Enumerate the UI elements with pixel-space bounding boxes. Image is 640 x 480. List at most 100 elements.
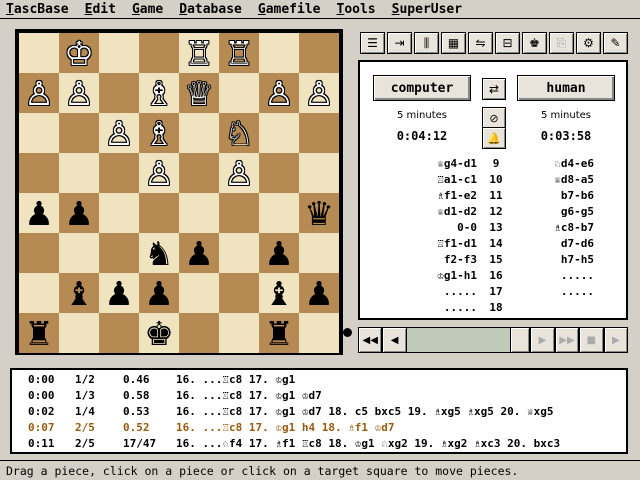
square-f7[interactable]: [219, 73, 259, 113]
square-e1[interactable]: [179, 313, 219, 353]
white-piece[interactable]: ♗: [144, 117, 174, 150]
square-d3[interactable]: ♞: [139, 233, 179, 273]
white-player-button[interactable]: computer: [373, 75, 471, 101]
black-piece[interactable]: ♝: [64, 277, 94, 310]
square-e7[interactable]: ♕: [179, 73, 219, 113]
analysis-line[interactable]: 0:00 1/2 0.46 16. ...♖c8 17. ♔g1: [12, 373, 626, 389]
black-move[interactable]: d7-d6: [510, 237, 594, 250]
black-player-button[interactable]: human: [517, 75, 615, 101]
menu-item[interactable]: Edit: [79, 2, 126, 17]
last-move-icon[interactable]: ▶▶: [554, 327, 580, 353]
black-piece[interactable]: ♟: [24, 197, 54, 230]
square-g4[interactable]: [259, 193, 299, 233]
square-c8[interactable]: [99, 33, 139, 73]
square-g2[interactable]: ♝: [259, 273, 299, 313]
square-c6[interactable]: ♙: [99, 113, 139, 153]
square-e3[interactable]: ♟: [179, 233, 219, 273]
white-piece[interactable]: ♙: [64, 77, 94, 110]
black-piece[interactable]: ♟: [104, 277, 134, 310]
square-d4[interactable]: [139, 193, 179, 233]
white-piece[interactable]: ♘: [224, 117, 254, 150]
white-piece[interactable]: ♙: [224, 157, 254, 190]
black-piece[interactable]: ♟: [184, 237, 214, 270]
white-move[interactable]: 0-0: [360, 221, 477, 234]
square-c7[interactable]: [99, 73, 139, 113]
white-piece[interactable]: ♖: [184, 37, 214, 70]
white-move[interactable]: ♔g1-h1: [360, 269, 477, 282]
square-f4[interactable]: [219, 193, 259, 233]
square-a8[interactable]: [19, 33, 59, 73]
square-c4[interactable]: [99, 193, 139, 233]
black-move[interactable]: g6-g5: [510, 205, 594, 218]
black-move[interactable]: ♕d8-a5: [510, 173, 594, 186]
white-move[interactable]: ♖f1-d1: [360, 237, 477, 250]
square-a1[interactable]: ♜: [19, 313, 59, 353]
white-piece[interactable]: ♖: [224, 37, 254, 70]
move-slider-thumb[interactable]: [509, 327, 531, 353]
white-move[interactable]: f2-f3: [360, 253, 477, 266]
square-e8[interactable]: ♖: [179, 33, 219, 73]
play-icon[interactable]: ▶: [603, 327, 628, 353]
analysis-line[interactable]: 0:02 1/4 0.53 16. ...♖c8 17. ♔g1 ♔d7 18. c5…: [12, 405, 626, 421]
square-c3[interactable]: [99, 233, 139, 273]
swap-players-icon[interactable]: ⇄: [482, 78, 506, 100]
white-move[interactable]: ♖a1-c1: [360, 173, 477, 186]
next-move-icon[interactable]: ▶: [530, 327, 555, 353]
square-e2[interactable]: [179, 273, 219, 313]
square-b6[interactable]: [59, 113, 99, 153]
square-g8[interactable]: [259, 33, 299, 73]
square-f5[interactable]: ♙: [219, 153, 259, 193]
analysis-line[interactable]: 0:11 2/5 17/47 16. ...♘f4 17. ♗f1 ♖c8 18. ♔…: [12, 437, 626, 453]
analysis-line[interactable]: 0:00 1/3 0.58 16. ...♖c8 17. ♔g1 ♔d7: [12, 389, 626, 405]
square-g3[interactable]: ♟: [259, 233, 299, 273]
black-piece[interactable]: ♟: [264, 237, 294, 270]
square-h1[interactable]: [299, 313, 339, 353]
square-a2[interactable]: [19, 273, 59, 313]
square-b4[interactable]: ♟: [59, 193, 99, 233]
white-piece[interactable]: ♙: [24, 77, 54, 110]
move-slider[interactable]: [406, 327, 510, 353]
square-e6[interactable]: [179, 113, 219, 153]
square-c1[interactable]: [99, 313, 139, 353]
square-b3[interactable]: [59, 233, 99, 273]
white-piece[interactable]: ♗: [144, 77, 174, 110]
stop-icon[interactable]: ■: [579, 327, 604, 353]
black-piece[interactable]: ♟: [64, 197, 94, 230]
columns-icon[interactable]: ⫼: [414, 32, 439, 54]
list-icon[interactable]: ☰: [360, 32, 385, 54]
menu-item[interactable]: SuperUser: [386, 2, 472, 17]
square-a3[interactable]: [19, 233, 59, 273]
square-a7[interactable]: ♙: [19, 73, 59, 113]
black-piece[interactable]: ♝: [264, 277, 294, 310]
black-move[interactable]: b7-b6: [510, 189, 594, 202]
black-piece[interactable]: ♚: [144, 317, 174, 350]
square-g5[interactable]: [259, 153, 299, 193]
black-piece[interactable]: ♜: [264, 317, 294, 350]
black-move[interactable]: h7-h5: [510, 253, 594, 266]
copy-icon[interactable]: ⎘: [549, 32, 574, 54]
white-piece[interactable]: ♕: [184, 77, 214, 110]
square-d5[interactable]: ♙: [139, 153, 179, 193]
bell-icon[interactable]: 🔔: [482, 127, 506, 149]
square-h4[interactable]: ♛: [299, 193, 339, 233]
square-b2[interactable]: ♝: [59, 273, 99, 313]
square-c2[interactable]: ♟: [99, 273, 139, 313]
square-a5[interactable]: [19, 153, 59, 193]
square-b1[interactable]: [59, 313, 99, 353]
square-f6[interactable]: ♘: [219, 113, 259, 153]
square-d6[interactable]: ♗: [139, 113, 179, 153]
prev-move-icon[interactable]: ◀: [382, 327, 407, 353]
black-move[interactable]: ♗c8-b7: [510, 221, 594, 234]
white-piece[interactable]: ♙: [304, 77, 334, 110]
square-h7[interactable]: ♙: [299, 73, 339, 113]
settings-icon[interactable]: ⚙: [576, 32, 601, 54]
square-d7[interactable]: ♗: [139, 73, 179, 113]
black-piece[interactable]: ♞: [144, 237, 174, 270]
square-b8[interactable]: ♔: [59, 33, 99, 73]
black-move[interactable]: .....: [510, 285, 594, 298]
grid-icon[interactable]: ▦: [441, 32, 466, 54]
square-d1[interactable]: ♚: [139, 313, 179, 353]
white-move[interactable]: ♕d1-d2: [360, 205, 477, 218]
tree-icon[interactable]: ⊟: [495, 32, 520, 54]
black-piece[interactable]: ♜: [24, 317, 54, 350]
